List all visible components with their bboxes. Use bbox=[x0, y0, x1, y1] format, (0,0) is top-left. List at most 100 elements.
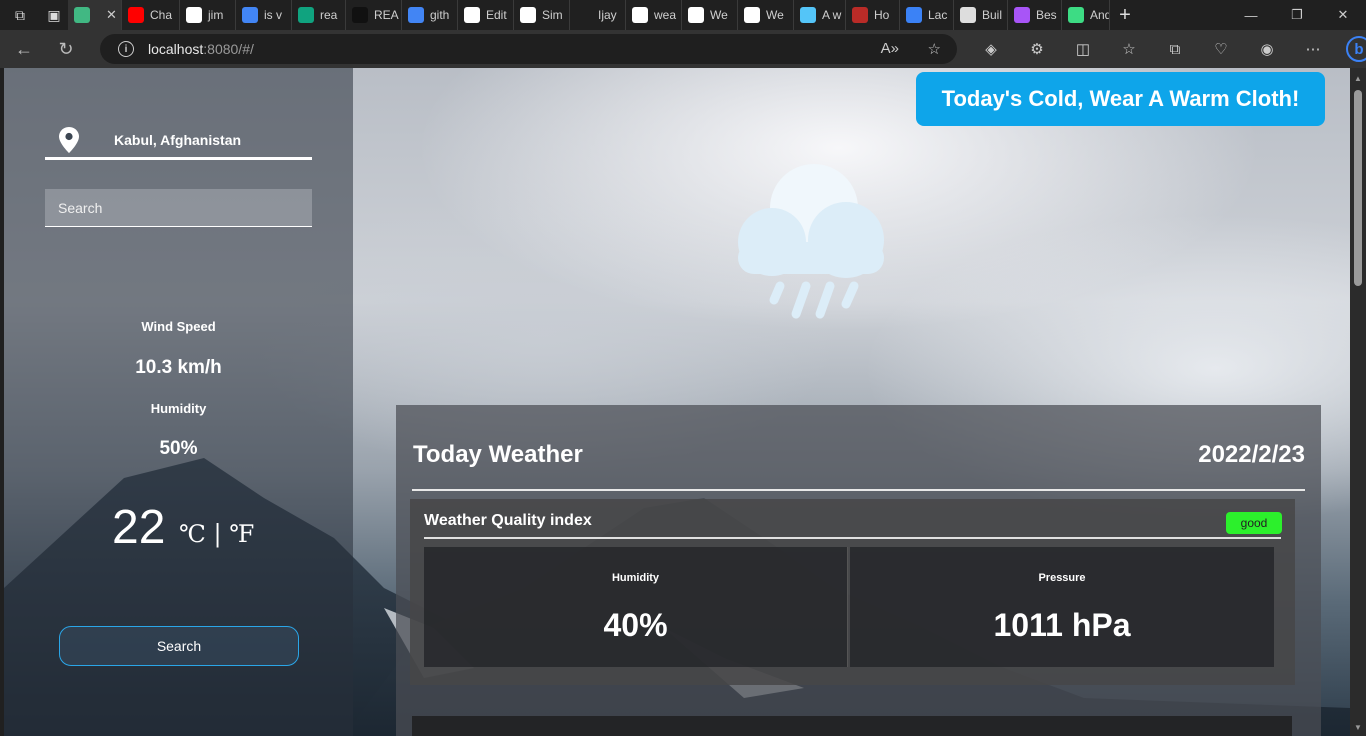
humidity-metric: Humidity 40% bbox=[424, 547, 848, 667]
maximize-icon[interactable]: ❐ bbox=[1274, 0, 1320, 30]
search-input[interactable] bbox=[45, 189, 312, 227]
panel-title: Today Weather bbox=[413, 441, 583, 468]
panel-divider bbox=[412, 489, 1305, 491]
quality-divider bbox=[424, 537, 1281, 539]
sidebar: Kabul, Afghanistan Wind Speed 10.3 km/h … bbox=[4, 68, 353, 736]
browser-tab[interactable]: gith bbox=[402, 0, 458, 30]
tab-label: Cha bbox=[150, 8, 173, 22]
browser-tab[interactable]: Cha bbox=[122, 0, 180, 30]
browser-tab[interactable]: Ijay bbox=[570, 0, 626, 30]
temperature-value: 22 bbox=[112, 501, 166, 554]
page-icon bbox=[576, 7, 592, 23]
unit-toggle[interactable]: ℃ | ℉ bbox=[179, 520, 254, 548]
more-menu-icon[interactable]: ⋯ bbox=[1290, 30, 1336, 68]
browser-tab[interactable]: Edit bbox=[458, 0, 514, 30]
site-info-icon[interactable]: i bbox=[118, 41, 134, 57]
search-button[interactable]: Search bbox=[59, 626, 299, 666]
minimize-icon[interactable]: — bbox=[1228, 0, 1274, 30]
split-screen-icon[interactable]: ◫ bbox=[1060, 30, 1106, 68]
browser-tab[interactable]: Ho bbox=[846, 0, 900, 30]
tab-label: We bbox=[766, 8, 784, 22]
close-tab-icon[interactable]: ✕ bbox=[106, 7, 117, 23]
clothing-advice-banner: Today's Cold, Wear A Warm Cloth! bbox=[916, 72, 1325, 126]
back-icon[interactable]: ← bbox=[6, 34, 42, 64]
pressure-metric: Pressure 1011 hPa bbox=[850, 547, 1274, 667]
tab-label: And bbox=[1090, 8, 1110, 22]
browser-tab[interactable]: And bbox=[1062, 0, 1110, 30]
read-aloud-icon[interactable]: A» bbox=[881, 40, 899, 57]
browser-tab-bar: ⧉ ▣ ✕ Cha jim is v rea REA gith Edit Sim Ijay wea W… bbox=[0, 0, 1366, 30]
flutter-icon bbox=[800, 7, 816, 23]
extension-color-icon[interactable]: ◈ bbox=[968, 30, 1014, 68]
browser-tab[interactable]: rea bbox=[292, 0, 346, 30]
metric-label: Pressure bbox=[1038, 572, 1086, 584]
page-viewport: Kabul, Afghanistan Wind Speed 10.3 km/h … bbox=[4, 68, 1350, 736]
tab-label: Edit bbox=[486, 8, 507, 22]
browser-tab[interactable]: We bbox=[738, 0, 794, 30]
bing-icon[interactable]: b bbox=[1336, 30, 1366, 68]
browser-tab[interactable]: Lac bbox=[900, 0, 954, 30]
android-icon bbox=[1068, 7, 1084, 23]
quality-badge: good bbox=[1226, 512, 1282, 534]
google-icon bbox=[242, 7, 258, 23]
quora-icon bbox=[852, 7, 868, 23]
page-scrollbar[interactable]: ▲ ▼ bbox=[1350, 68, 1366, 736]
collections-icon[interactable]: ⧉ bbox=[1152, 30, 1198, 68]
tab-label: Ijay bbox=[598, 8, 617, 22]
browser-tab[interactable]: wea bbox=[626, 0, 682, 30]
github-icon bbox=[464, 7, 480, 23]
address-bar[interactable]: i localhost:8080/#/ A» ☆ bbox=[100, 34, 957, 64]
tab-strip: ✕ Cha jim is v rea REA gith Edit Sim Ijay wea We We A… bbox=[68, 0, 1110, 30]
drop-icon bbox=[906, 7, 922, 23]
refresh-icon[interactable]: ↻ bbox=[48, 34, 84, 64]
github-icon bbox=[520, 7, 536, 23]
browser-toolbar: ← ↻ i localhost:8080/#/ A» ☆ ◈ ⚙ ◫ ☆ ⧉ ♡… bbox=[0, 30, 1366, 68]
browser-tab[interactable]: is v bbox=[236, 0, 292, 30]
github-icon bbox=[632, 7, 648, 23]
tab-label: Bes bbox=[1036, 8, 1057, 22]
browser-tab[interactable]: A w bbox=[794, 0, 846, 30]
weather-quality-card: Weather Quality index good Humidity 40% … bbox=[410, 499, 1295, 685]
location-row: Kabul, Afghanistan bbox=[45, 122, 312, 160]
browser-tab[interactable]: jim bbox=[180, 0, 236, 30]
humidity-label: Humidity bbox=[150, 401, 207, 416]
new-tab-button[interactable]: + bbox=[1110, 4, 1140, 27]
github-icon bbox=[688, 7, 704, 23]
feather-icon bbox=[1014, 7, 1030, 23]
scroll-down-icon[interactable]: ▼ bbox=[1354, 723, 1362, 732]
browser-tab[interactable]: REA bbox=[346, 0, 402, 30]
youtube-icon bbox=[128, 7, 144, 23]
browser-tab[interactable]: We bbox=[682, 0, 738, 30]
scroll-up-icon[interactable]: ▲ bbox=[1354, 74, 1362, 83]
workspaces-icon[interactable]: ⧉ bbox=[6, 1, 34, 29]
performance-icon[interactable]: ♡ bbox=[1198, 30, 1244, 68]
panel-date: 2022/2/23 bbox=[1198, 441, 1305, 468]
profile-icon[interactable]: ◉ bbox=[1244, 30, 1290, 68]
location-name: Kabul, Afghanistan bbox=[114, 131, 242, 148]
browser-tools: ◈ ⚙ ◫ ☆ ⧉ ♡ ◉ ⋯ b bbox=[968, 30, 1366, 68]
close-window-icon[interactable]: ✕ bbox=[1320, 0, 1366, 30]
tab-actions-icon[interactable]: ▣ bbox=[40, 1, 68, 29]
wind-speed-value: 10.3 km/h bbox=[135, 357, 222, 378]
url-path: :8080/#/ bbox=[203, 41, 254, 57]
tab-label: We bbox=[710, 8, 728, 22]
tab-label: Buil bbox=[982, 8, 1003, 22]
today-weather-panel: Today Weather 2022/2/23 Weather Quality … bbox=[396, 405, 1321, 736]
google-icon bbox=[408, 7, 424, 23]
favorite-star-icon[interactable]: ☆ bbox=[928, 40, 941, 58]
browser-tab[interactable]: Buil bbox=[954, 0, 1008, 30]
browser-tab[interactable]: Bes bbox=[1008, 0, 1062, 30]
metric-value: 1011 hPa bbox=[993, 607, 1131, 643]
github-icon bbox=[186, 7, 202, 23]
url-host: localhost bbox=[148, 41, 204, 57]
scroll-thumb[interactable] bbox=[1354, 90, 1362, 286]
chatgpt-icon bbox=[298, 7, 314, 23]
browser-tab[interactable]: ✕ bbox=[68, 0, 122, 30]
rain-cloud-icon bbox=[738, 164, 884, 319]
browser-tab[interactable]: Sim bbox=[514, 0, 570, 30]
tab-label: is v bbox=[264, 8, 282, 22]
favorites-icon[interactable]: ☆ bbox=[1106, 30, 1152, 68]
extensions-icon[interactable]: ⚙ bbox=[1014, 30, 1060, 68]
build-icon bbox=[960, 7, 976, 23]
tab-label: REA bbox=[374, 8, 399, 22]
